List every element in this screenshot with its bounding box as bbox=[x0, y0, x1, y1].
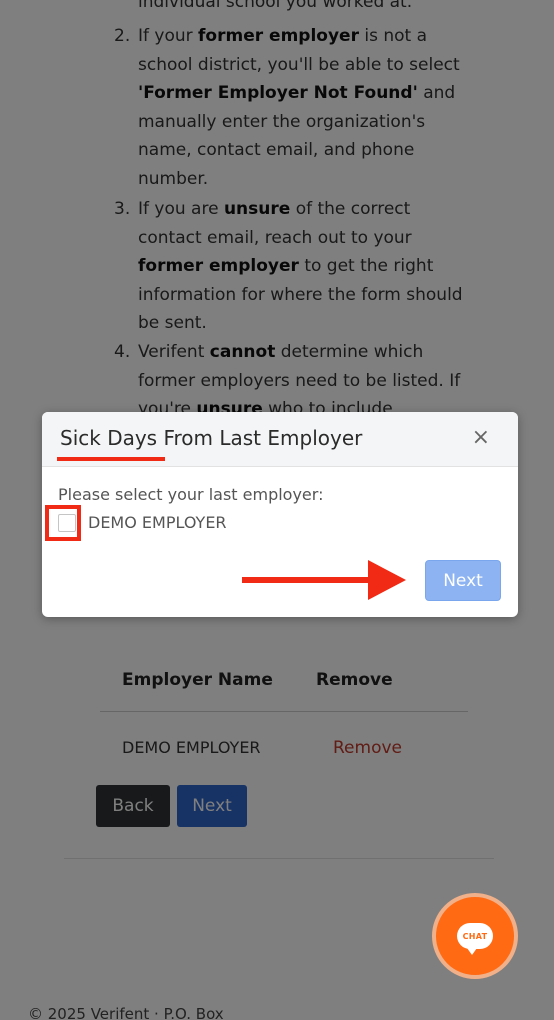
employer-option-label[interactable]: DEMO EMPLOYER bbox=[88, 513, 227, 532]
arrow-right-icon bbox=[368, 560, 406, 600]
annotation-arrow-shaft bbox=[242, 577, 372, 583]
chat-bubble-icon: CHAT bbox=[457, 923, 493, 955]
chat-label: CHAT bbox=[462, 931, 488, 941]
employer-option[interactable]: DEMO EMPLOYER bbox=[58, 513, 227, 532]
chat-button[interactable]: CHAT bbox=[432, 893, 518, 979]
sick-days-modal: Sick Days From Last Employer × Please se… bbox=[42, 412, 518, 617]
annotation-underline bbox=[57, 457, 165, 461]
close-icon[interactable]: × bbox=[472, 426, 490, 450]
modal-prompt: Please select your last employer: bbox=[58, 485, 324, 504]
annotation-checkbox-highlight bbox=[45, 505, 81, 541]
modal-title: Sick Days From Last Employer bbox=[60, 426, 363, 450]
modal-next-button[interactable]: Next bbox=[425, 560, 501, 601]
